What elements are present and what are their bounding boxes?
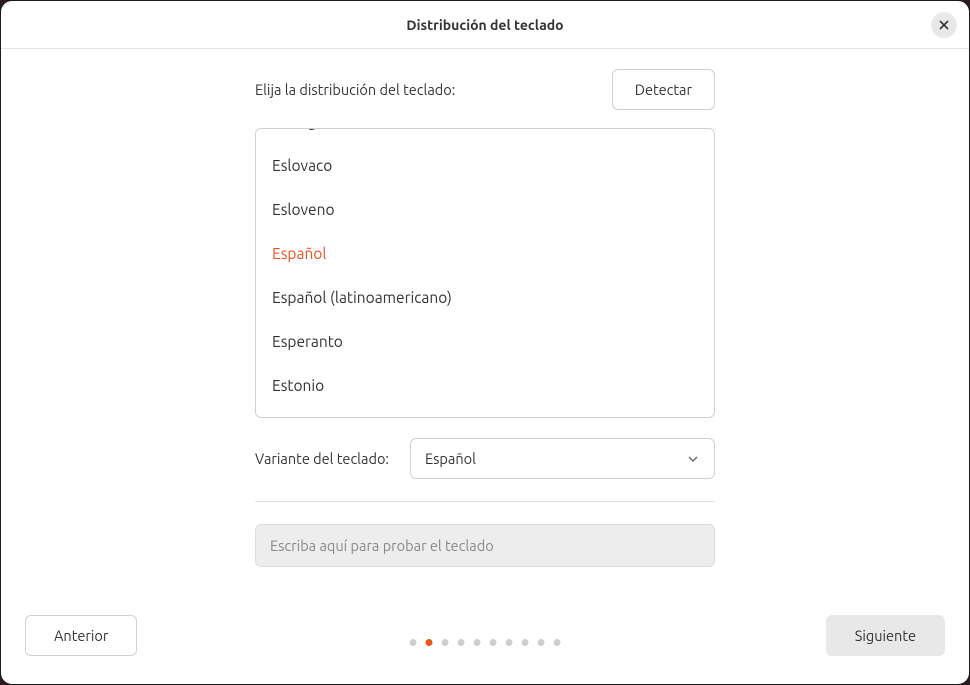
variant-row: Variante del teclado: Español [255, 438, 715, 479]
close-button[interactable] [931, 12, 957, 38]
layout-prompt-label: Elija la distribución del teclado: [255, 81, 455, 98]
form-column: Elija la distribución del teclado: Detec… [255, 69, 715, 567]
progress-dot [426, 639, 433, 646]
chevron-down-icon [686, 452, 700, 466]
progress-dot [474, 639, 481, 646]
close-icon [938, 19, 950, 31]
progress-dots [410, 639, 561, 646]
progress-dot [538, 639, 545, 646]
keyboard-test-input[interactable] [255, 524, 715, 567]
progress-dot [458, 639, 465, 646]
layout-list[interactable]: DzongkhaEslovacoEslovenoEspañolEspañol (… [255, 128, 715, 418]
progress-dot [490, 639, 497, 646]
layout-item[interactable]: Eslovaco [256, 143, 714, 187]
progress-dot [554, 639, 561, 646]
progress-dot [522, 639, 529, 646]
layout-item[interactable]: Estonio [256, 363, 714, 407]
progress-dot [442, 639, 449, 646]
next-button[interactable]: Siguiente [826, 615, 945, 656]
detect-button[interactable]: Detectar [612, 69, 715, 110]
prompt-row: Elija la distribución del teclado: Detec… [255, 69, 715, 110]
previous-button[interactable]: Anterior [25, 615, 137, 656]
titlebar: Distribución del teclado [1, 1, 969, 49]
installer-window: Distribución del teclado Elija la distri… [0, 0, 970, 685]
window-title: Distribución del teclado [406, 17, 563, 33]
layout-item[interactable]: Dzongkha [256, 128, 714, 143]
variant-select[interactable]: Español [410, 438, 715, 479]
divider [255, 501, 715, 502]
variant-selected-value: Español [425, 450, 476, 467]
progress-dot [410, 639, 417, 646]
progress-dot [506, 639, 513, 646]
content-area: Elija la distribución del teclado: Detec… [1, 49, 969, 606]
variant-label: Variante del teclado: [255, 450, 389, 467]
layout-item[interactable]: Esloveno [256, 187, 714, 231]
layout-item[interactable]: Español (latinoamericano) [256, 275, 714, 319]
layout-item[interactable]: Esperanto [256, 319, 714, 363]
footer: Anterior Siguiente [1, 606, 969, 684]
layout-item[interactable]: Español [256, 231, 714, 275]
